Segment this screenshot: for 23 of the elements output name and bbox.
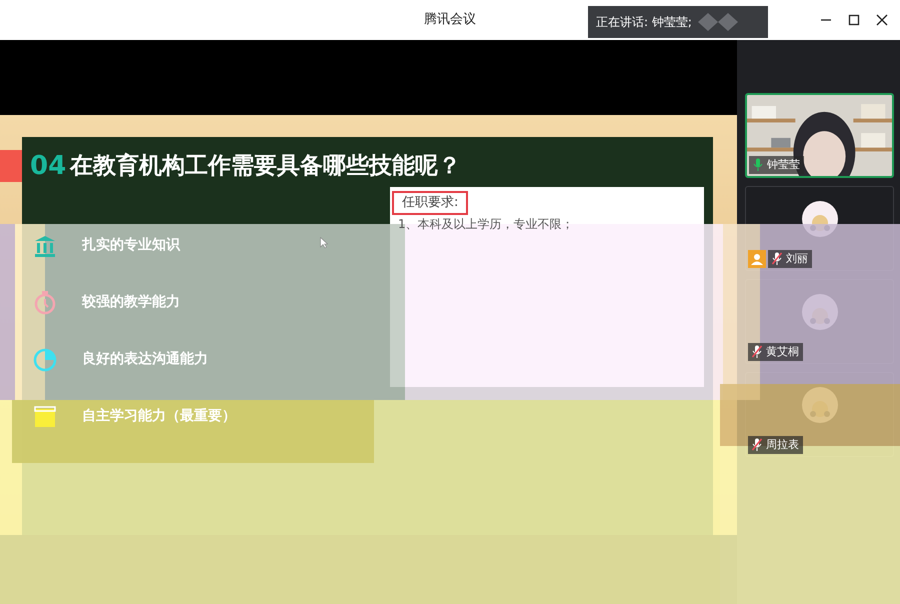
participant-name: 刘丽 — [786, 250, 808, 266]
speaking-text: 正在讲话: 钟莹莹; — [596, 14, 692, 31]
skill-label: 良好的表达沟通能力 — [82, 350, 208, 369]
slide-number: 04 — [30, 150, 66, 183]
pie-chart-icon — [32, 346, 58, 372]
maximize-icon — [848, 14, 860, 26]
participant-name: 黄艾桐 — [766, 344, 799, 360]
requirement-line: 1、本科及以上学历，专业不限； — [397, 216, 575, 232]
window-title: 腾讯会议 — [424, 11, 476, 30]
slide-title: 在教育机构工作需要具备哪些技能呢？ — [70, 152, 462, 182]
participant-name: 钟莹莹 — [767, 156, 800, 172]
close-icon — [876, 14, 888, 26]
calendar-icon — [32, 404, 58, 430]
slide-marker — [0, 150, 22, 182]
blurred-icon — [696, 11, 740, 33]
requirements-heading: 任职要求: — [392, 191, 468, 214]
stopwatch-icon — [32, 290, 58, 316]
video-tile[interactable]: 钟莹莹 — [745, 93, 894, 178]
skill-label: 自主学习能力（最重要） — [82, 406, 236, 426]
skill-label: 较强的教学能力 — [82, 293, 180, 312]
cursor-icon — [320, 237, 328, 249]
participant-name: 周拉表 — [766, 436, 799, 452]
skill-label: 扎实的专业知识 — [82, 236, 180, 255]
